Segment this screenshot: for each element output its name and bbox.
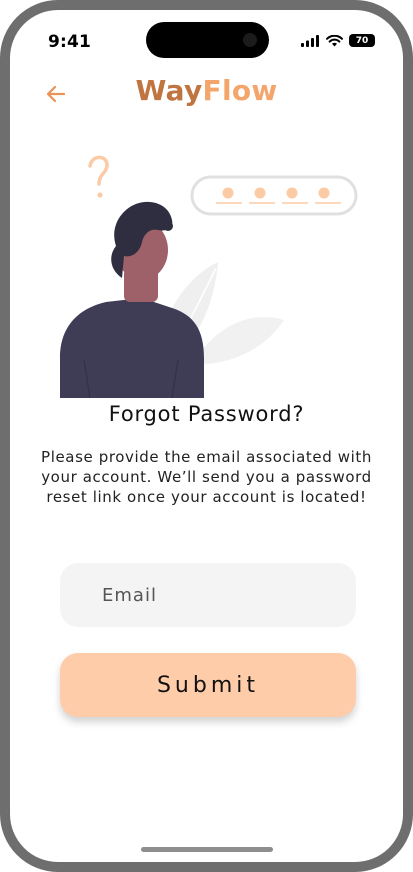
signal-icon <box>301 34 319 47</box>
camera-icon <box>243 33 257 47</box>
battery-level: 70 <box>355 35 369 46</box>
submit-button[interactable]: Submit <box>60 653 356 717</box>
app-logo: WayFlow <box>10 74 403 107</box>
forgot-password-illustration <box>60 155 358 399</box>
page-title: Forgot Password? <box>108 402 305 426</box>
logo-part-flow: Flow <box>202 74 278 107</box>
phone-frame: 9:41 70 WayFlow Forgot Password? Please … <box>0 0 413 872</box>
dynamic-island <box>146 22 269 58</box>
status-bar: 9:41 70 <box>10 10 403 70</box>
wifi-icon <box>326 34 343 46</box>
status-time: 9:41 <box>48 32 92 52</box>
logo-part-way: Way <box>135 74 203 107</box>
home-indicator[interactable] <box>141 847 273 852</box>
page-description: Please provide the email associated with… <box>41 448 372 506</box>
status-icons: 70 <box>301 34 375 47</box>
email-input[interactable] <box>100 583 334 607</box>
email-field[interactable] <box>60 563 356 627</box>
battery-icon: 70 <box>349 34 375 47</box>
